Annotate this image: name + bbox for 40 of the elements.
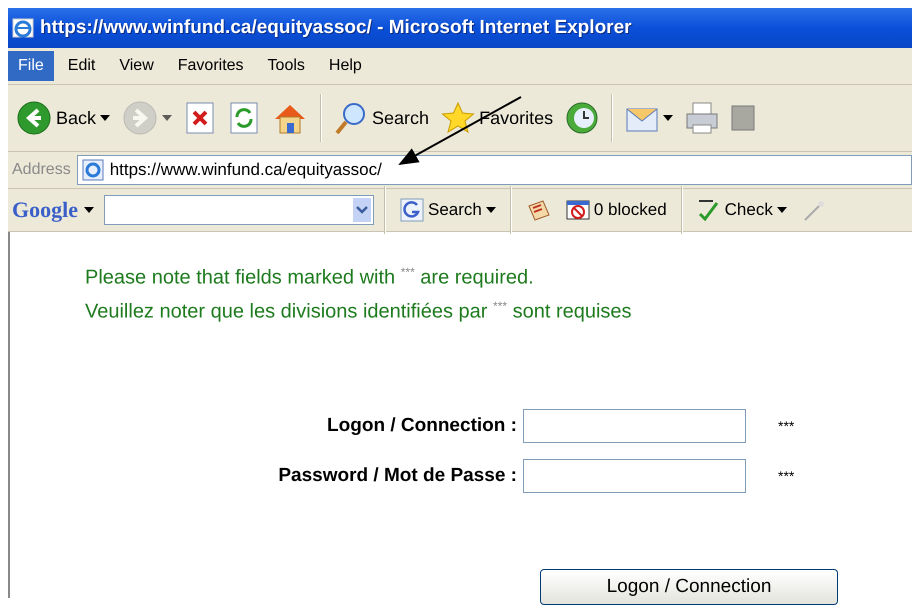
toolbar-button[interactable]: 0 blocked [562, 196, 671, 224]
printer-icon [685, 101, 720, 135]
required-mark: *** [777, 468, 796, 484]
toolbar-button[interactable]: Search [330, 99, 434, 137]
input-field[interactable] [523, 409, 746, 444]
star-icon [441, 101, 476, 135]
google-logo[interactable]: Google [12, 197, 78, 223]
notice-text: Please note that fields marked with $^{***}$ are required. [85, 264, 535, 291]
menu-item[interactable]: Favorites [168, 51, 254, 81]
menu-item[interactable]: Help [318, 51, 372, 81]
toolbar-button[interactable]: Check [692, 196, 791, 224]
spell-check-icon [696, 198, 721, 222]
page-icon [82, 159, 104, 181]
logon-button[interactable]: Logon / Connection [540, 569, 838, 606]
url-text: https://www.winfund.ca/equityassoc/ [110, 160, 382, 180]
letter-g-icon [400, 198, 424, 222]
caret-icon [84, 207, 94, 213]
address-field[interactable]: https://www.winfund.ca/equityassoc/ [76, 155, 912, 185]
browser-icon [12, 17, 34, 39]
toolbar-button[interactable]: Favorites [437, 99, 558, 137]
address-label: Address [12, 161, 71, 179]
toolbar-button[interactable]: Back [12, 98, 114, 138]
menu-item[interactable]: View [109, 51, 164, 81]
newspaper-icon [526, 198, 552, 222]
menu-item[interactable]: Edit [58, 51, 106, 81]
menu-item[interactable]: File [8, 51, 54, 81]
window-title: https://www.winfund.ca/equityassoc/ - Microsoft Internet Explorer [40, 17, 632, 39]
field-label: Logon / Connection : [326, 415, 517, 438]
blocked-popup-icon [566, 198, 590, 222]
required-mark: *** [777, 418, 796, 434]
field-label: Password / Mot de Passe : [277, 465, 517, 488]
caret-icon [356, 206, 368, 214]
input-field[interactable] [523, 459, 746, 494]
menu-item[interactable]: Tools [258, 51, 315, 81]
stop-icon [184, 101, 216, 135]
toolbar-button[interactable]: Search [396, 196, 500, 224]
refresh-icon [228, 101, 260, 135]
clock-icon [565, 101, 600, 135]
notice-text: Veuillez noter que les divisions identifiées par $^{***}$ sont requises [85, 298, 633, 324]
search-field[interactable] [104, 195, 374, 225]
